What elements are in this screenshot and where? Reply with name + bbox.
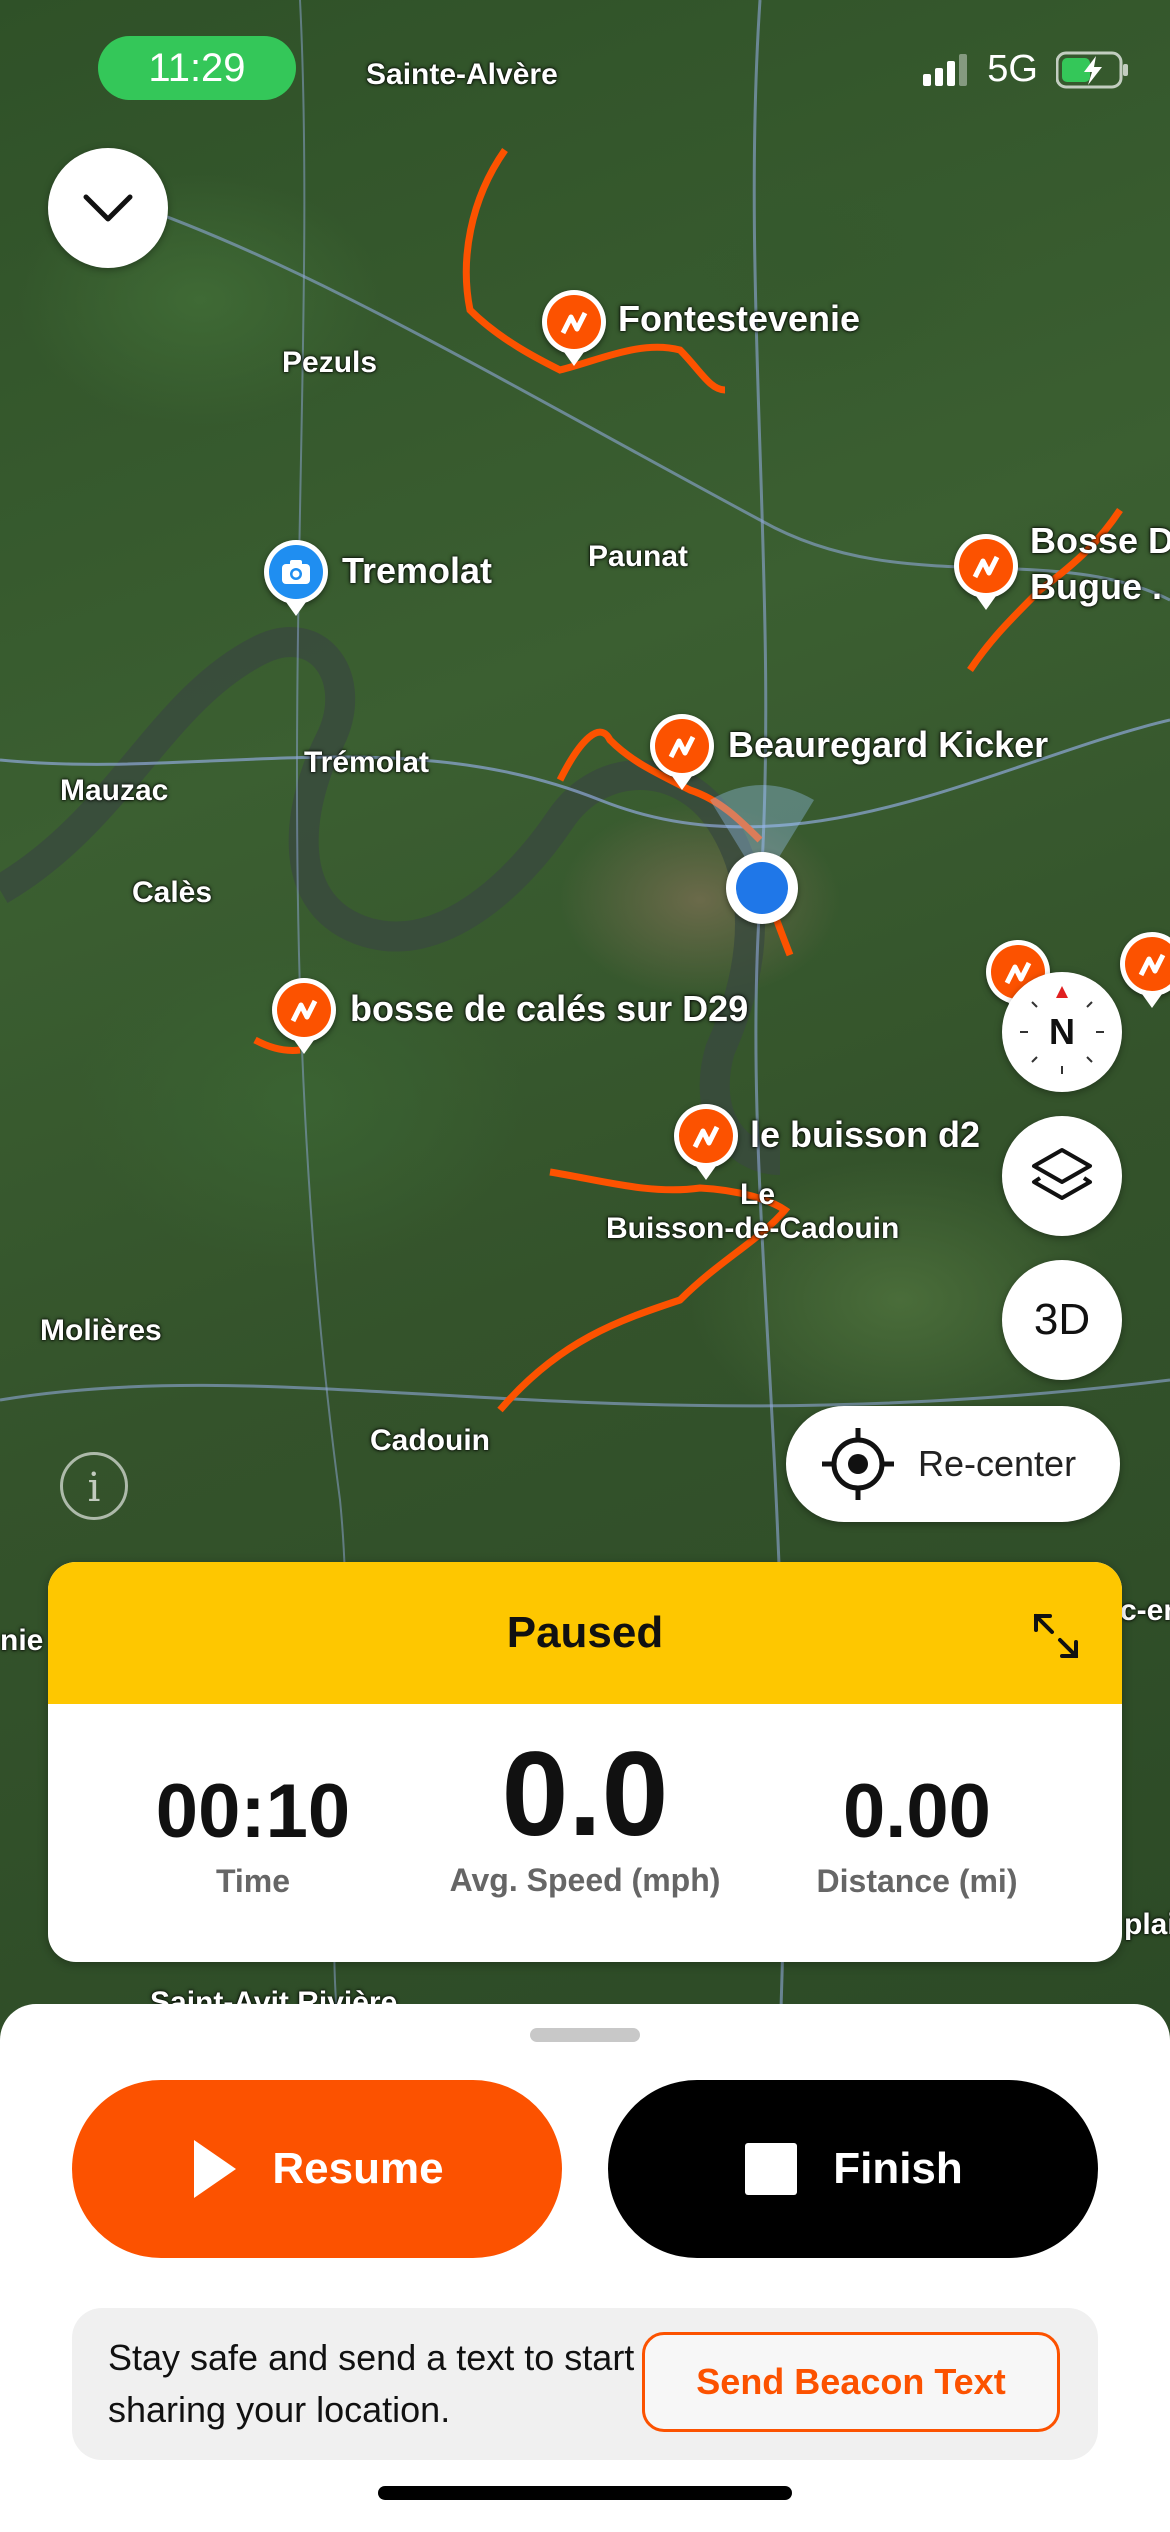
- photo-label-tremolat[interactable]: Tremolat: [342, 550, 492, 592]
- stat-time: 00:10 Time: [88, 1768, 418, 1900]
- collapse-button[interactable]: [48, 148, 168, 268]
- photo-pin-tremolat[interactable]: [264, 540, 328, 616]
- network-label: 5G: [987, 48, 1038, 90]
- status-time: 11:29: [98, 36, 296, 100]
- time-value: 00:10: [155, 1769, 351, 1854]
- strava-segment-icon: [692, 1125, 720, 1149]
- segment-label-bosse-line2[interactable]: Bugue .: [1030, 566, 1162, 608]
- send-beacon-button[interactable]: Send Beacon Text: [642, 2332, 1060, 2432]
- finish-button[interactable]: Finish: [608, 2080, 1098, 2258]
- play-icon: [194, 2140, 237, 2198]
- strava-segment-icon: [1138, 953, 1166, 977]
- current-location-dot: [726, 852, 798, 924]
- status-indicators: 5G: [923, 48, 1130, 91]
- segment-label-bosse-line1[interactable]: Bosse D: [1030, 520, 1170, 562]
- map-layers-button[interactable]: [1002, 1116, 1122, 1236]
- resume-button[interactable]: Resume: [72, 2080, 562, 2258]
- sheet-grabber[interactable]: [530, 2028, 640, 2042]
- stat-distance: 0.00 Distance (mi): [752, 1768, 1082, 1900]
- beacon-message: Stay safe and send a text to start shari…: [108, 2337, 635, 2430]
- compass-button[interactable]: N: [1002, 972, 1122, 1092]
- place-cales: Calès: [132, 876, 213, 909]
- segment-pin-beauregard[interactable]: [650, 714, 714, 790]
- stat-avg-speed: 0.0 Avg. Speed (mph): [420, 1734, 750, 1899]
- resume-label: Resume: [272, 2144, 444, 2193]
- strava-segment-icon: [668, 735, 696, 759]
- map-info-button[interactable]: i: [60, 1452, 128, 1520]
- place-tremolat: Trémolat: [304, 746, 430, 779]
- speed-label: Avg. Speed (mph): [449, 1862, 721, 1898]
- place-buisson-de-cadouin: Buisson-de-Cadouin: [606, 1212, 900, 1245]
- camera-icon: [282, 560, 310, 584]
- strava-segment-icon: [290, 999, 318, 1023]
- expand-icon[interactable]: [1030, 1610, 1082, 1662]
- place-paunat: Paunat: [588, 540, 689, 573]
- recenter-label: Re-center: [918, 1443, 1077, 1484]
- place-cadouin: Cadouin: [370, 1424, 490, 1457]
- place-molieres: Molières: [40, 1314, 162, 1347]
- segment-label-le-buisson[interactable]: le buisson d2: [750, 1114, 980, 1156]
- finish-label: Finish: [833, 2144, 963, 2193]
- activity-stats-card: Paused 00:10 Time 0.0 Avg. Speed (mph) 0…: [48, 1562, 1122, 1962]
- segment-label-fontestevenie[interactable]: Fontestevenie: [618, 298, 860, 340]
- time-label: Time: [215, 1863, 291, 1899]
- strava-segment-icon: [972, 555, 1000, 579]
- distance-label: Distance (mi): [816, 1863, 1018, 1899]
- segment-pin-fontestevenie[interactable]: [542, 290, 606, 366]
- layers-icon: [1032, 1148, 1092, 1200]
- segment-label-beauregard[interactable]: Beauregard Kicker: [728, 724, 1048, 766]
- speed-value: 0.0: [501, 1727, 669, 1861]
- battery-charging-icon: [1056, 51, 1128, 88]
- segment-pin-le-buisson[interactable]: [674, 1104, 738, 1180]
- segment-label-bosse-cales[interactable]: bosse de calés sur D29: [350, 988, 748, 1030]
- place-pezuls: Pezuls: [282, 346, 378, 379]
- chevron-down-icon: [83, 194, 133, 222]
- place-edge-left: nie: [0, 1624, 44, 1657]
- home-indicator[interactable]: [378, 2486, 792, 2500]
- signal-icon: [923, 53, 968, 86]
- road: [0, 1378, 1170, 1408]
- recenter-button[interactable]: Re-center: [786, 1406, 1120, 1522]
- 3d-toggle-button[interactable]: 3D: [1002, 1260, 1122, 1380]
- place-edge-right: c-en: [1120, 1594, 1170, 1627]
- bottom-sheet: Resume Finish Stay safe and send a text …: [0, 2004, 1170, 2532]
- beacon-panel: Stay safe and send a text to start shari…: [72, 2308, 1098, 2460]
- strava-segment-icon: [560, 311, 588, 335]
- place-edge-right-2: plai: [1124, 1908, 1170, 1941]
- paused-banner[interactable]: Paused: [48, 1562, 1122, 1704]
- compass-label: N: [1049, 1011, 1075, 1052]
- activity-status: Paused: [506, 1608, 664, 1657]
- place-mauzac: Mauzac: [60, 774, 169, 807]
- place-le: Le: [740, 1178, 776, 1211]
- segment-pin-bosse[interactable]: [954, 534, 1018, 610]
- segment-pin-bosse-cales[interactable]: [272, 978, 336, 1054]
- crosshair-icon: [822, 1428, 894, 1500]
- place-sainte-alvere: Sainte-Alvère: [366, 58, 558, 91]
- 3d-label: 3D: [1033, 1295, 1091, 1344]
- segment-route-fontestevenie[interactable]: [462, 147, 726, 394]
- stop-icon: [745, 2143, 798, 2195]
- distance-value: 0.00: [843, 1769, 991, 1854]
